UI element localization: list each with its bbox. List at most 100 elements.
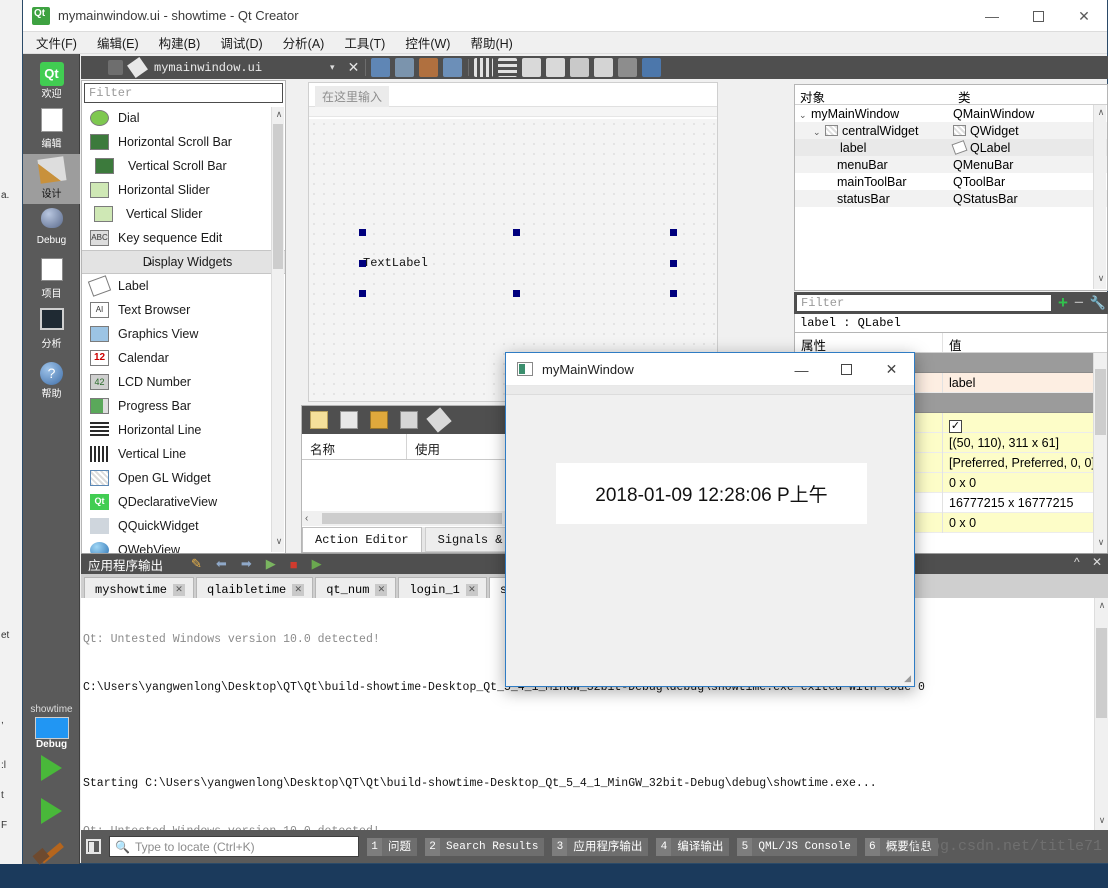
- object-row-maintoolbar[interactable]: mainToolBar QToolBar: [795, 173, 1107, 190]
- widget-item-keyseq[interactable]: ABC Key sequence Edit: [82, 226, 285, 250]
- statusbar-pane-issues[interactable]: 1 问题: [367, 837, 417, 856]
- property-value[interactable]: 0 x 0: [943, 473, 1107, 493]
- widget-filter-input[interactable]: Filter: [84, 83, 283, 103]
- child-minimize-button[interactable]: —: [779, 353, 824, 386]
- layout-vertical-icon[interactable]: [498, 58, 518, 77]
- widget-box-scrollbar[interactable]: ∧ ∨: [271, 107, 284, 552]
- widget-item-qquickwidget[interactable]: QQuickWidget: [82, 514, 285, 538]
- scroll-down-icon[interactable]: ∨: [1096, 537, 1106, 551]
- stop-icon[interactable]: ■: [290, 557, 298, 572]
- wrench-icon[interactable]: 🔧: [1090, 295, 1106, 311]
- layout-splitter-v-icon[interactable]: [546, 58, 566, 77]
- scrollbar-thumb[interactable]: [1095, 369, 1106, 435]
- lock-icon[interactable]: [108, 60, 123, 75]
- menu-build[interactable]: 构建(B): [159, 31, 212, 55]
- tab-action-editor[interactable]: Action Editor: [302, 527, 422, 552]
- edit-tab-order-icon[interactable]: [443, 58, 463, 77]
- paste-icon[interactable]: [370, 411, 388, 429]
- configure-icon[interactable]: [426, 407, 452, 433]
- mode-help[interactable]: ? 帮助: [23, 354, 80, 404]
- chevron-down-icon[interactable]: ⌄: [799, 110, 811, 121]
- menu-tools[interactable]: 工具(T): [344, 31, 396, 55]
- mode-projects[interactable]: 项目: [23, 254, 80, 304]
- output-tab-qlaibletime[interactable]: qlaibletime ✕: [196, 577, 314, 598]
- object-row-mymainwindow[interactable]: ⌄ myMainWindow QMainWindow: [795, 105, 1107, 122]
- widget-category-display-widgets[interactable]: ⌄ Display Widgets: [82, 250, 285, 274]
- scroll-up-icon[interactable]: ∧: [1097, 600, 1107, 614]
- statusbar-pane-search-results[interactable]: 2 Search Results: [425, 837, 545, 856]
- open-file-name[interactable]: mymainwindow.ui: [154, 61, 262, 75]
- close-tab-icon[interactable]: ✕: [173, 583, 186, 596]
- selection-handle[interactable]: [670, 290, 677, 297]
- close-tab-icon[interactable]: ✕: [292, 583, 305, 596]
- child-close-button[interactable]: ✕: [869, 353, 914, 386]
- statusbar-pane-qmljs-console[interactable]: 5 QML/JS Console: [737, 837, 857, 856]
- scroll-left-icon[interactable]: ‹: [305, 513, 308, 524]
- scroll-down-icon[interactable]: ∨: [274, 536, 284, 550]
- run-button[interactable]: [32, 755, 72, 793]
- form-textlabel-widget[interactable]: TextLabel: [363, 256, 428, 270]
- sidebar-toggle-icon[interactable]: [86, 839, 101, 854]
- prev-icon[interactable]: ⬅: [216, 556, 227, 572]
- run-icon[interactable]: ▶: [266, 556, 276, 572]
- menu-debug[interactable]: 调试(D): [220, 31, 273, 55]
- layout-splitter-h-icon[interactable]: [522, 58, 542, 77]
- edit-widgets-icon[interactable]: [371, 58, 391, 77]
- selection-handle[interactable]: [513, 229, 520, 236]
- object-inspector-scrollbar[interactable]: ∧ ∨: [1093, 105, 1106, 289]
- child-window-mymainwindow[interactable]: myMainWindow — ✕ 2018-01-09 12:28:06 P上午…: [505, 352, 915, 687]
- mode-edit[interactable]: 编辑: [23, 104, 80, 154]
- close-button[interactable]: ✕: [1061, 0, 1107, 32]
- maximize-button[interactable]: [1015, 0, 1061, 32]
- property-value[interactable]: 0 x 0: [943, 513, 1107, 533]
- locator-input[interactable]: 🔍 Type to locate (Ctrl+K): [109, 836, 359, 857]
- scrollbar-thumb[interactable]: [1096, 628, 1107, 718]
- layout-horizontal-icon[interactable]: [474, 58, 494, 77]
- menu-edit[interactable]: 编辑(E): [97, 31, 150, 55]
- statusbar-pane-compile-output[interactable]: 4 编译输出: [656, 837, 730, 856]
- close-tab-icon[interactable]: ✕: [375, 583, 388, 596]
- mode-design[interactable]: 设计: [23, 154, 80, 204]
- selection-handle[interactable]: [359, 290, 366, 297]
- scrollbar-thumb[interactable]: [273, 124, 283, 269]
- minus-icon[interactable]: −: [1074, 293, 1084, 313]
- plus-icon[interactable]: +: [1058, 293, 1068, 313]
- widget-item-hslider[interactable]: Horizontal Slider: [82, 178, 285, 202]
- minimize-output-icon[interactable]: ^: [1074, 555, 1080, 569]
- layout-grid-icon[interactable]: [594, 58, 614, 77]
- output-tab-qt-num[interactable]: qt_num ✕: [315, 577, 397, 598]
- property-value[interactable]: [Preferred, Preferred, 0, 0]: [943, 453, 1107, 473]
- layout-form-icon[interactable]: [570, 58, 590, 77]
- property-value[interactable]: label: [943, 373, 1107, 393]
- widget-item-progressbar[interactable]: Progress Bar: [82, 394, 285, 418]
- object-tree[interactable]: ⌄ myMainWindow QMainWindow ⌄ centralWidget…: [795, 105, 1107, 207]
- delete-icon[interactable]: [400, 411, 418, 429]
- scroll-down-icon[interactable]: ∨: [1097, 815, 1107, 829]
- menu-file[interactable]: 文件(F): [36, 31, 88, 55]
- widget-list[interactable]: Dial Horizontal Scroll Bar Vertical Scro…: [82, 106, 285, 553]
- minimize-button[interactable]: —: [969, 0, 1015, 32]
- selection-handle[interactable]: [670, 260, 677, 267]
- property-value[interactable]: ✓: [943, 413, 1107, 433]
- debug-button[interactable]: [32, 798, 72, 836]
- edit-buddies-icon[interactable]: [419, 58, 439, 77]
- widget-item-vscrollbar[interactable]: Vertical Scroll Bar: [82, 154, 285, 178]
- chevron-down-icon[interactable]: ⌄: [813, 127, 825, 138]
- scroll-up-icon[interactable]: ∧: [1096, 107, 1106, 121]
- break-layout-icon[interactable]: [618, 58, 638, 77]
- clear-icon[interactable]: ✎: [191, 556, 202, 572]
- output-tab-login-1[interactable]: login_1 ✕: [398, 577, 487, 598]
- checkbox-checked-icon[interactable]: ✓: [949, 419, 962, 433]
- chevron-down-icon[interactable]: ▾: [330, 62, 335, 73]
- widget-item-hscrollbar[interactable]: Horizontal Scroll Bar: [82, 130, 285, 154]
- build-button[interactable]: [32, 842, 72, 888]
- widget-item-qdeclarativeview[interactable]: Qt QDeclarativeView: [82, 490, 285, 514]
- close-document-icon[interactable]: ✕: [348, 59, 360, 76]
- scrollbar-thumb[interactable]: [322, 513, 503, 524]
- next-icon[interactable]: ➡: [241, 556, 252, 572]
- menu-analyze[interactable]: 分析(A): [283, 31, 336, 55]
- selection-handle[interactable]: [670, 229, 677, 236]
- mode-debug[interactable]: Debug: [23, 204, 80, 254]
- statusbar-pane-application-output[interactable]: 3 应用程序输出: [552, 837, 649, 856]
- property-filter-input[interactable]: Filter: [796, 294, 1052, 312]
